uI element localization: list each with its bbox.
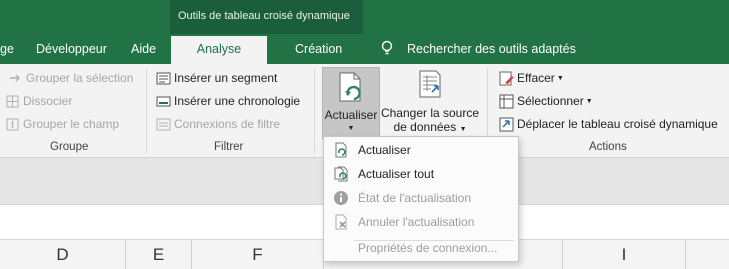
info-icon [334,191,348,205]
move-pivot-label: Déplacer le tableau croisé dynamique [517,117,718,131]
refresh-icon [335,142,347,158]
filter-connections-icon [156,118,171,130]
filter-connections-label: Connexions de filtre [174,117,281,131]
menu-item-connection-properties: Propriétés de connexion... [324,237,518,259]
menu-item-refresh-all-label: Actualiser tout [358,167,435,181]
clear-label: Effacer [517,71,555,85]
group-selection-button: Grouper la sélection [8,68,133,88]
menu-item-refresh[interactable]: Actualiser [324,139,518,161]
cancel-refresh-icon [335,214,347,230]
menu-item-refresh-status-label: État de l'actualisation [358,191,472,205]
select-label: Sélectionner [517,94,584,108]
refresh-doc-icon [339,72,361,102]
group-field-button: Grouper le champ [5,114,119,134]
group-label-filtrer: Filtrer [214,141,244,153]
group-divider [314,68,315,154]
column-header-e[interactable]: E [126,240,192,269]
tell-me-search[interactable]: Rechercher des outils adaptés [407,36,576,64]
ungroup-icon [6,95,19,107]
chevron-down-icon: ▼ [585,97,593,105]
change-source-button[interactable]: Changer la source de données ▼ [380,69,480,139]
select-button[interactable]: Sélectionner ▼ [499,91,593,111]
insert-slicer-button[interactable]: Insérer un segment [156,68,277,88]
group-selection-label: Grouper la sélection [26,71,134,85]
ungroup-label: Dissocier [23,94,73,108]
context-tab-group-label: Outils de tableau croisé dynamique [170,0,363,34]
move-table-icon [499,117,514,131]
column-header-f[interactable]: F [192,240,324,269]
menu-item-refresh-all[interactable]: Actualiser tout [324,163,518,185]
menu-item-connection-properties-label: Propriétés de connexion... [358,241,498,255]
lightbulb-icon [381,40,393,55]
column-header-h[interactable] [519,240,563,269]
group-divider [146,68,147,154]
ribbon-tab-bar [0,0,729,64]
select-icon [499,94,514,108]
eraser-icon [499,71,514,85]
menu-item-refresh-status: État de l'actualisation [324,187,518,209]
change-source-label-line2: de données [393,120,457,134]
chevron-down-icon: ▼ [556,74,564,82]
column-header-d[interactable]: D [0,240,126,269]
chevron-down-icon: ▼ [459,126,467,133]
refresh-label: Actualiser [324,108,378,122]
group-field-label: Grouper le champ [23,117,120,131]
change-source-icon [419,70,441,98]
insert-timeline-label: Insérer une chronologie [174,94,301,108]
ungroup-button: Dissocier [5,91,72,111]
menu-item-refresh-label: Actualiser [358,143,411,157]
group-label-groupe: Groupe [50,141,89,153]
change-source-label-line1: Changer la source [380,106,480,120]
timeline-icon [156,96,171,106]
group-field-icon [6,118,19,130]
insert-slicer-label: Insérer un segment [174,71,278,85]
tab-analyse[interactable]: Analyse [171,36,267,64]
refresh-split-button[interactable]: Actualiser ▼ [322,67,380,139]
group-selection-icon [10,74,20,81]
tab-developpeur[interactable]: Développeur [36,36,107,64]
refresh-dropdown-menu: Actualiser Actualiser tout État de l'act… [323,136,519,262]
move-pivot-button[interactable]: Déplacer le tableau croisé dynamique [499,114,718,134]
filter-connections-button: Connexions de filtre [156,114,280,134]
tab-creation[interactable]: Création [295,36,342,64]
refresh-all-icon [334,166,348,182]
tab-aide[interactable]: Aide [131,36,156,64]
slicer-icon [156,72,171,84]
menu-item-cancel-refresh-label: Annuler l'actualisation [358,215,475,229]
clear-button[interactable]: Effacer ▼ [499,68,564,88]
menu-item-cancel-refresh: Annuler l'actualisation [324,211,518,233]
group-label-actions: Actions [589,141,627,153]
chevron-down-icon: ▼ [347,125,355,132]
tab-partial[interactable]: ge [0,36,14,64]
column-header-i[interactable]: I [563,240,686,269]
insert-timeline-button[interactable]: Insérer une chronologie [156,91,300,111]
